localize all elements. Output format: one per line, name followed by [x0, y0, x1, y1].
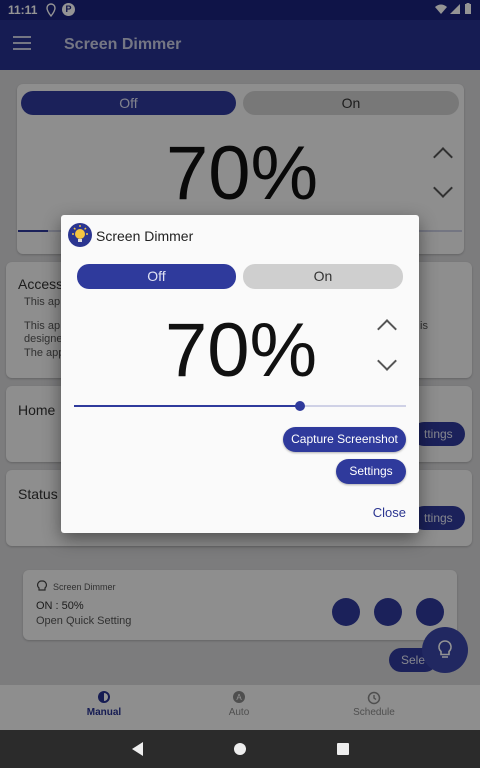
close-button[interactable]: Close [373, 505, 406, 520]
dialog-title: Screen Dimmer [96, 228, 194, 244]
slider-fill [74, 405, 300, 407]
dialog-on-toggle[interactable]: On [243, 264, 403, 289]
capture-screenshot-button[interactable]: Capture Screenshot [283, 427, 406, 452]
recents-icon[interactable] [337, 743, 349, 755]
brightness-slider[interactable] [74, 401, 406, 411]
decrease-chevron-icon[interactable] [377, 351, 397, 371]
dialog-settings-button[interactable]: Settings [336, 459, 406, 484]
back-icon[interactable] [132, 742, 143, 756]
dialog-off-toggle[interactable]: Off [77, 264, 236, 289]
app-logo-icon [68, 223, 92, 247]
slider-thumb[interactable] [294, 401, 305, 411]
increase-chevron-icon[interactable] [377, 319, 397, 339]
screen-dimmer-dialog: Screen Dimmer Off On 70% Capture Screens… [61, 215, 419, 533]
dialog-percent: 70% [165, 308, 318, 393]
home-icon[interactable] [234, 743, 246, 755]
system-nav-bar [0, 730, 480, 768]
